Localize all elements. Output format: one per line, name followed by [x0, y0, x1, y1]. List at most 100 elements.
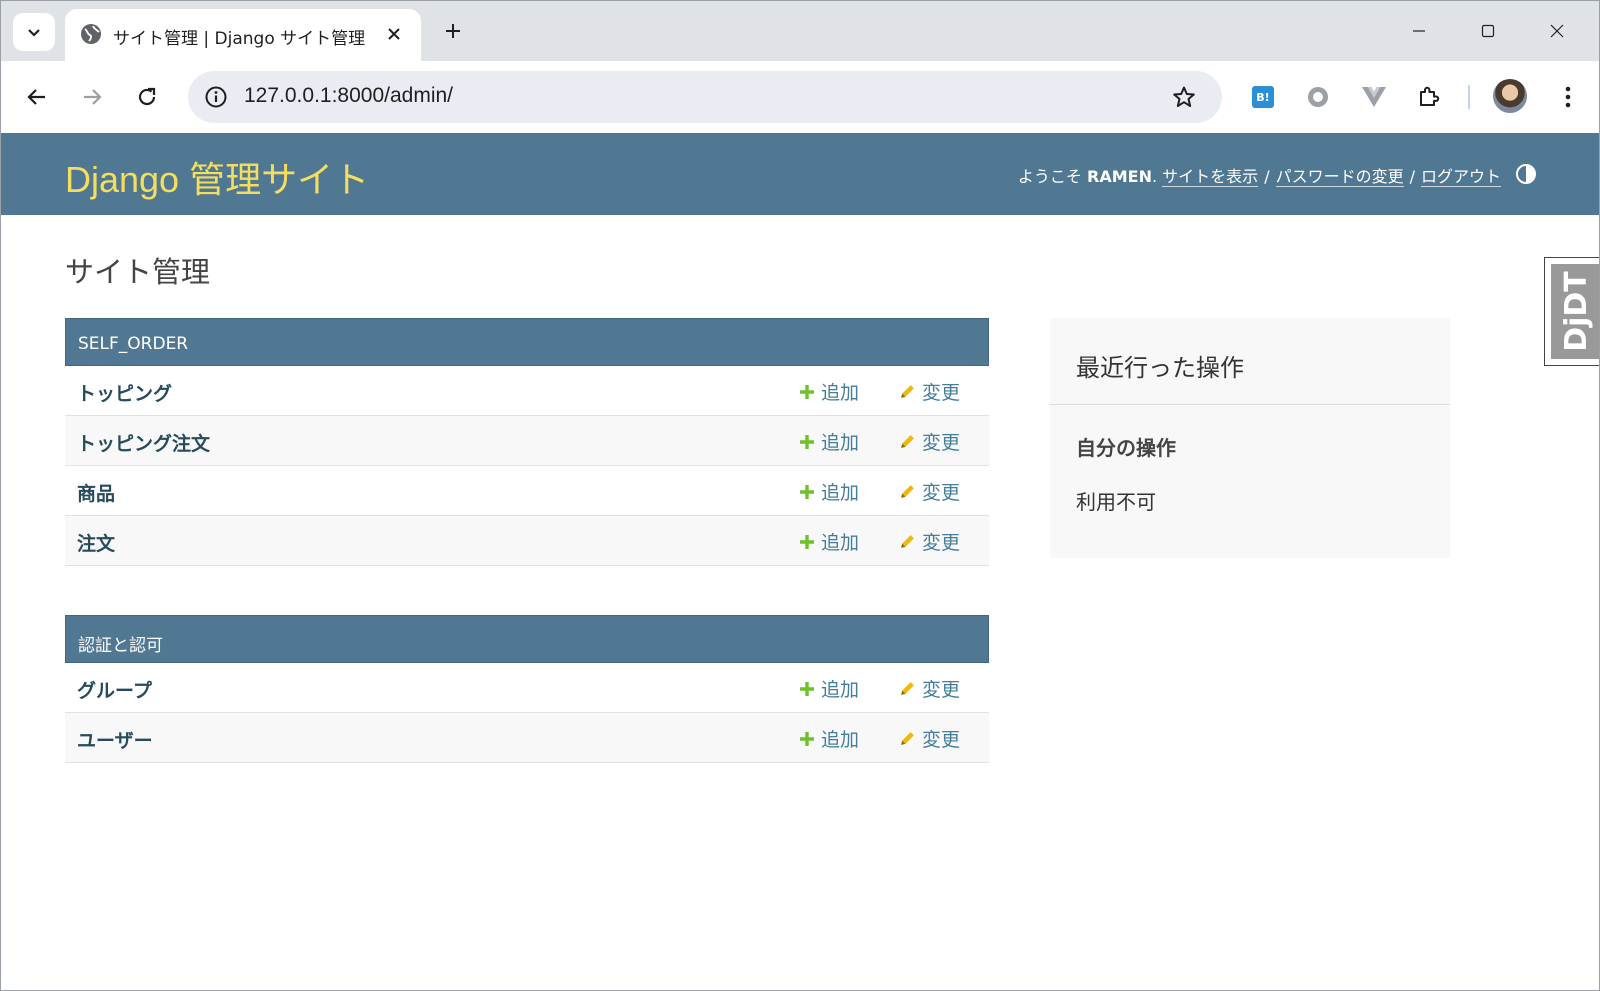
pencil-icon [901, 485, 914, 498]
add-label: 追加 [821, 482, 860, 504]
plus-icon [800, 484, 814, 499]
circle-extension[interactable] [1300, 79, 1336, 115]
close-icon [1550, 24, 1564, 38]
add-link[interactable]: 追加 [799, 378, 859, 405]
tab-strip: サイト管理 | Django サイト管理 [1, 1, 1599, 61]
model-link[interactable]: 商品 [77, 479, 115, 506]
model-link[interactable]: トッピング [77, 379, 172, 406]
model-link[interactable]: グループ [77, 676, 152, 703]
debug-toolbar-label: DjDT [1559, 271, 1594, 352]
add-link[interactable]: 追加 [799, 428, 859, 455]
site-info-button[interactable] [200, 81, 232, 113]
more-vertical-icon [1565, 86, 1571, 108]
change-password-link[interactable]: パスワードの変更 [1275, 167, 1404, 187]
module-caption[interactable]: SELF_ORDER [65, 318, 989, 366]
window-close-button[interactable] [1534, 15, 1580, 47]
add-label: 追加 [821, 679, 860, 701]
logout-link[interactable]: ログアウト [1420, 167, 1501, 187]
change-label: 変更 [922, 679, 961, 701]
hatena-bookmark-label: B! [1256, 90, 1270, 104]
tab-search-button[interactable] [13, 13, 55, 51]
change-label: 変更 [922, 382, 961, 404]
model-link[interactable]: ユーザー [77, 726, 153, 753]
recent-actions-panel: 最近行った操作 自分の操作 利用不可 [1050, 318, 1450, 558]
app-module-auth: 認証と認可 グループ 追加 変更 ユーザー 追加 変更 [65, 615, 989, 763]
site-branding[interactable]: Django 管理サイト [65, 151, 369, 203]
user-tools: ようこそ RAMEN. サイトを表示 / パスワードの変更 / ログアウト [1018, 163, 1501, 187]
bookmark-button[interactable] [1168, 81, 1200, 113]
model-row: トッピング注文 追加 変更 [65, 416, 989, 466]
browser-window: サイト管理 | Django サイト管理 127.0.0.1:8000/admi… [0, 0, 1600, 991]
globe-icon [81, 24, 101, 44]
model-row: トッピング 追加 変更 [65, 366, 989, 416]
address-bar[interactable]: 127.0.0.1:8000/admin/ [188, 71, 1222, 123]
add-label: 追加 [821, 432, 860, 454]
add-link[interactable]: 追加 [799, 528, 859, 555]
change-link[interactable]: 変更 [899, 725, 960, 752]
active-tab[interactable]: サイト管理 | Django サイト管理 [65, 9, 421, 61]
url-text[interactable]: 127.0.0.1:8000/admin/ [244, 84, 453, 108]
plus-icon [800, 534, 814, 549]
circle-extension-icon [1308, 87, 1328, 107]
change-link[interactable]: 変更 [899, 378, 960, 405]
change-label: 変更 [922, 432, 961, 454]
new-tab-button[interactable] [437, 15, 469, 47]
plus-icon [800, 384, 814, 399]
model-link[interactable]: トッピング注文 [77, 429, 210, 456]
pencil-icon [901, 682, 914, 695]
view-site-link[interactable]: サイトを表示 [1162, 167, 1259, 187]
close-icon [388, 28, 400, 40]
model-row: 注文 追加 変更 [65, 516, 989, 566]
page-title: サイト管理 [65, 255, 211, 289]
forward-button[interactable] [74, 79, 110, 115]
add-label: 追加 [821, 729, 860, 751]
minimize-button[interactable] [1396, 15, 1442, 47]
add-link[interactable]: 追加 [799, 725, 859, 752]
separator: / [1264, 167, 1270, 186]
profile-avatar[interactable] [1493, 79, 1527, 113]
model-link[interactable]: 注文 [77, 529, 115, 556]
tab-close-button[interactable] [381, 21, 407, 47]
hatena-bookmark-icon: B! [1252, 86, 1274, 108]
no-actions-text: 利用不可 [1076, 490, 1156, 514]
pencil-icon [901, 435, 914, 448]
add-link[interactable]: 追加 [799, 675, 859, 702]
toolbar-separator [1468, 85, 1470, 109]
welcome-text: ようこそ [1017, 167, 1082, 186]
add-link[interactable]: 追加 [799, 478, 859, 505]
back-button[interactable] [19, 79, 55, 115]
pencil-icon [901, 732, 914, 745]
maximize-icon [1481, 24, 1495, 38]
tab-title: サイト管理 | Django サイト管理 [113, 29, 366, 49]
add-label: 追加 [821, 532, 860, 554]
model-row: ユーザー 追加 変更 [65, 713, 989, 763]
plus-icon [800, 681, 814, 696]
extensions-button[interactable] [1411, 79, 1447, 115]
debug-toolbar-handle[interactable]: DjDT [1544, 257, 1599, 366]
change-link[interactable]: 変更 [899, 675, 960, 702]
reload-icon [138, 87, 156, 106]
plus-icon [446, 24, 460, 38]
change-link[interactable]: 変更 [899, 478, 960, 505]
change-link[interactable]: 変更 [899, 428, 960, 455]
reload-button[interactable] [129, 79, 165, 115]
plus-icon [800, 434, 814, 449]
theme-toggle-icon[interactable] [1515, 163, 1537, 185]
chrome-menu-button[interactable] [1550, 79, 1586, 115]
star-icon [1173, 86, 1195, 107]
model-row: 商品 追加 変更 [65, 466, 989, 516]
vue-devtools-extension[interactable] [1356, 79, 1392, 115]
pencil-icon [901, 535, 914, 548]
maximize-button[interactable] [1465, 15, 1511, 47]
vue-devtools-icon [1362, 87, 1386, 107]
minimize-icon [1413, 30, 1425, 32]
hatena-bookmark-extension[interactable]: B! [1245, 79, 1281, 115]
arrow-right-icon [84, 89, 102, 105]
info-icon [205, 86, 227, 108]
separator: / [1409, 167, 1415, 186]
module-caption[interactable]: 認証と認可 [65, 615, 989, 663]
recent-actions-title: 最近行った操作 [1076, 354, 1244, 382]
change-link[interactable]: 変更 [899, 528, 960, 555]
welcome-dot: . [1151, 167, 1158, 186]
plus-icon [800, 731, 814, 746]
